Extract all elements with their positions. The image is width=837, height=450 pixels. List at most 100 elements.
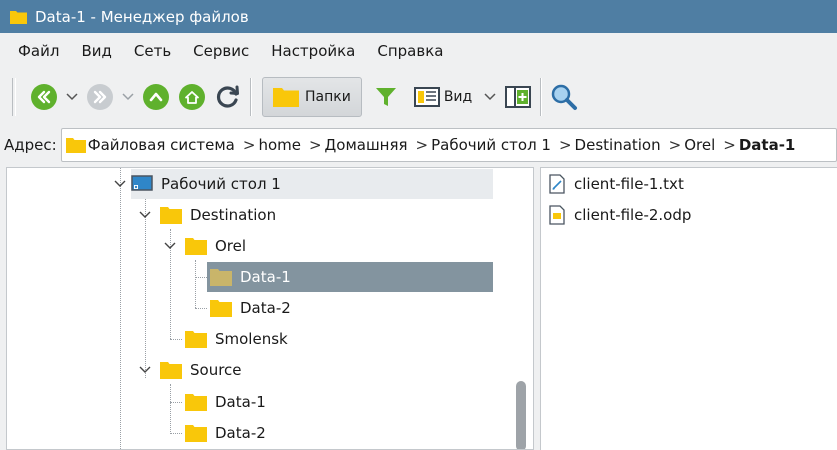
forward-button[interactable] (84, 78, 116, 116)
tree-guide-line (170, 433, 182, 434)
folder-icon (10, 10, 27, 24)
folder-icon (210, 300, 232, 317)
title-bar: Data-1 - Менеджер файлов (0, 0, 837, 33)
tree-item-label: Orel (215, 237, 247, 255)
folder-icon (160, 207, 182, 224)
home-button[interactable] (176, 78, 208, 116)
tree-guide-line (145, 198, 146, 378)
chevron-down-icon (139, 366, 151, 373)
folder-icon (185, 425, 207, 442)
home-icon (179, 84, 205, 110)
tree-item-source[interactable]: Source (160, 355, 242, 385)
breadcrumb-current[interactable]: Data-1 (739, 136, 796, 154)
tree-item-orel-data-2[interactable]: Data-2 (210, 293, 291, 323)
search-icon (551, 84, 578, 110)
tree-item-source-data-1[interactable]: Data-1 (185, 387, 266, 417)
view-button-label: Вид (443, 89, 473, 105)
chevron-down-icon (484, 93, 496, 101)
breadcrumb-orel[interactable]: Orel (684, 136, 715, 154)
tree-expand-toggle[interactable] (138, 363, 152, 377)
back-button[interactable] (28, 78, 60, 116)
folders-toggle-button[interactable]: Папки (262, 77, 362, 117)
address-field[interactable]: Файловая система > home > Домашняя > Раб… (60, 128, 837, 162)
tree-guide-line (195, 277, 207, 278)
breadcrumb-destination[interactable]: Destination (575, 136, 661, 154)
tree-item-smolensk[interactable]: Smolensk (185, 324, 288, 354)
folder-icon (185, 394, 207, 411)
breadcrumb-home[interactable]: home (258, 136, 301, 154)
file-item[interactable]: client-file-2.odp (549, 200, 691, 230)
toolbar-separator (250, 78, 252, 116)
filter-icon (375, 88, 396, 106)
refresh-button[interactable] (212, 78, 244, 116)
chevron-right-icon: > (242, 136, 256, 154)
chevron-down-icon (114, 180, 126, 187)
tree-item-source-data-2[interactable]: Data-2 (185, 418, 266, 448)
tree-item-desktop[interactable]: Рабочий стол 1 (131, 169, 493, 199)
chevron-right-icon: > (558, 136, 572, 154)
toolbar-grip[interactable] (12, 78, 16, 116)
file-item[interactable]: client-file-1.txt (549, 169, 684, 199)
tree-expand-toggle[interactable] (163, 239, 177, 253)
tree-item-orel[interactable]: Orel (185, 231, 246, 261)
tree-item-label: Data-1 (215, 393, 266, 411)
tree-item-orel-data-1[interactable]: Data-1 (207, 262, 493, 292)
menu-help[interactable]: Справка (366, 42, 454, 60)
folder-tree-pane[interactable]: Рабочий стол 1 Destination Orel Data-1 D… (6, 167, 534, 450)
menu-bar: Файл Вид Сеть Сервис Настройка Справка (0, 33, 837, 69)
back-history-dropdown[interactable] (64, 78, 80, 116)
tree-scrollbar-thumb[interactable] (516, 381, 526, 449)
forward-history-dropdown[interactable] (120, 78, 136, 116)
folder-icon (185, 238, 207, 255)
tree-guide-line (120, 168, 121, 449)
folder-icon (185, 331, 207, 348)
chevron-down-icon (122, 93, 134, 101)
chevron-right-icon: > (723, 136, 736, 154)
folder-icon (160, 362, 182, 379)
chevron-down-icon (164, 242, 176, 249)
tree-item-label: Destination (190, 206, 277, 224)
chevron-right-icon: > (415, 136, 429, 154)
toolbar: Папки Вид (0, 69, 837, 125)
forward-icon (87, 84, 113, 110)
address-label: Адрес: (4, 136, 57, 154)
folders-button-label: Папки (305, 89, 351, 105)
menu-settings[interactable]: Настройка (260, 42, 366, 60)
tree-item-label: Data-1 (240, 268, 291, 286)
up-button[interactable] (140, 78, 172, 116)
search-button[interactable] (548, 78, 580, 116)
folder-icon (210, 269, 232, 286)
tree-expand-toggle[interactable] (113, 177, 127, 191)
view-columns-icon (413, 87, 440, 107)
menu-tools[interactable]: Сервис (182, 42, 260, 60)
tree-guide-line (170, 384, 171, 434)
breadcrumb-user-home[interactable]: Домашняя (325, 136, 408, 154)
menu-file[interactable]: Файл (7, 42, 70, 60)
file-list-pane[interactable]: client-file-1.txt client-file-2.odp (540, 167, 837, 450)
folder-icon (65, 138, 86, 153)
back-icon (31, 84, 57, 110)
menu-network[interactable]: Сеть (123, 42, 182, 60)
view-mode-dropdown[interactable] (482, 78, 498, 116)
window-title: Data-1 - Менеджер файлов (35, 7, 249, 26)
view-mode-button[interactable]: Вид (410, 78, 476, 116)
chevron-down-icon (66, 93, 78, 101)
presentation-file-icon (549, 205, 565, 225)
folder-icon (273, 88, 299, 107)
tree-expand-toggle[interactable] (138, 208, 152, 222)
tree-item-label: Source (190, 361, 242, 379)
split-view-button[interactable] (502, 78, 534, 116)
filter-button[interactable] (370, 78, 402, 116)
tree-item-label: Рабочий стол 1 (161, 175, 281, 193)
address-bar: Адрес: Файловая система > home > Домашня… (0, 125, 837, 165)
breadcrumb-desktop[interactable]: Рабочий стол 1 (431, 136, 551, 154)
tree-item-label: Data-2 (215, 424, 266, 442)
tree-item-destination[interactable]: Destination (160, 200, 276, 230)
breadcrumb-filesystem[interactable]: Файловая система (88, 136, 235, 154)
split-panel-icon (505, 86, 532, 108)
menu-view[interactable]: Вид (70, 42, 122, 60)
tree-guide-line (170, 402, 182, 403)
refresh-icon (216, 85, 239, 108)
toolbar-separator (540, 78, 543, 116)
file-name: client-file-1.txt (574, 175, 684, 193)
